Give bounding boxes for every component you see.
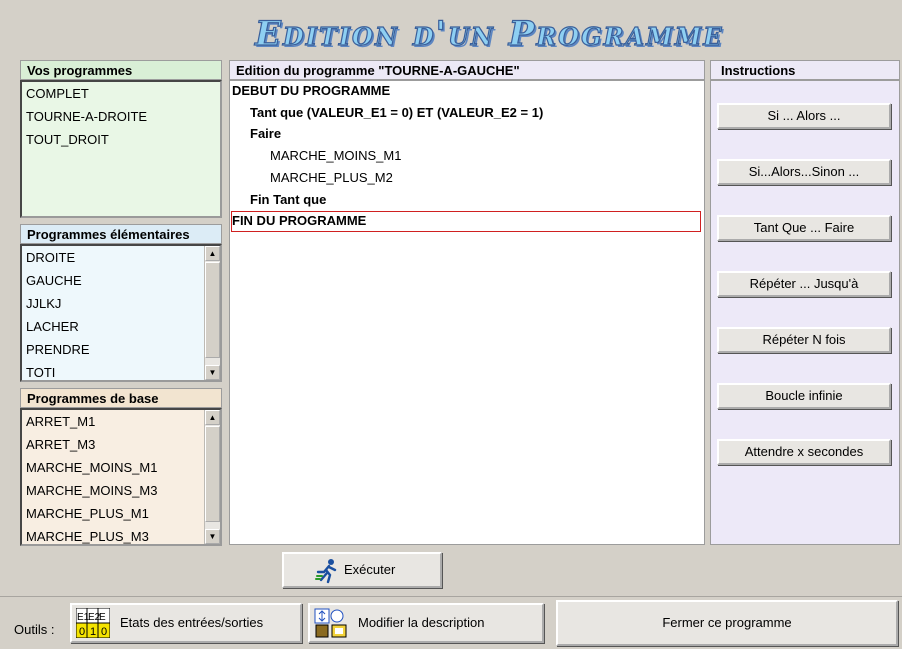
code-line-selected[interactable]: FIN DU PROGRAMME xyxy=(232,211,366,231)
io-states-button[interactable]: E1 E2 E 0 1 0 Etats des entrées/sorties xyxy=(70,603,302,643)
io-icon-value: 0 xyxy=(79,626,85,638)
list-item[interactable]: DROITE xyxy=(22,246,220,269)
scroll-down-icon[interactable]: ▼ xyxy=(205,529,220,544)
list-item[interactable]: LACHER xyxy=(22,315,220,338)
vos-programmes-list[interactable]: COMPLET TOURNE-A-DROITE TOUT_DROIT xyxy=(20,80,222,218)
title-banner: Edition d'un Programme xyxy=(0,0,902,58)
list-item[interactable]: PRENDRE xyxy=(22,338,220,361)
instructions-panel: Si ... Alors ... Si...Alors...Sinon ... … xyxy=(710,80,900,545)
vertical-scrollbar[interactable]: ▲ ▼ xyxy=(204,410,220,544)
close-program-button[interactable]: Fermer ce programme xyxy=(556,600,898,646)
modify-description-button[interactable]: Modifier la description xyxy=(308,603,544,643)
editor-header: Edition du programme "TOURNE-A-GAUCHE" xyxy=(229,60,705,80)
window-title: Edition d'un Programme xyxy=(254,13,724,54)
scroll-up-icon[interactable]: ▲ xyxy=(205,410,220,425)
list-item[interactable]: TOURNE-A-DROITE xyxy=(22,105,220,128)
vertical-scrollbar[interactable]: ▲ ▼ xyxy=(204,246,220,380)
io-icon-value: 1 xyxy=(90,626,96,638)
list-item[interactable]: ARRET_M1 xyxy=(22,410,220,433)
boucle-infinie-button[interactable]: Boucle infinie xyxy=(717,383,891,409)
running-man-icon xyxy=(314,558,340,584)
code-line[interactable]: Fin Tant que xyxy=(250,190,326,210)
scroll-down-icon[interactable]: ▼ xyxy=(205,365,220,380)
si-alors-sinon-button[interactable]: Si...Alors...Sinon ... xyxy=(717,159,891,185)
tant-que-faire-button[interactable]: Tant Que ... Faire xyxy=(717,215,891,241)
list-item[interactable]: MARCHE_MOINS_M1 xyxy=(22,456,220,479)
code-line[interactable]: MARCHE_MOINS_M1 xyxy=(270,146,401,166)
execute-label: Exécuter xyxy=(344,562,396,577)
list-item[interactable]: MARCHE_PLUS_M1 xyxy=(22,502,220,525)
si-alors-button[interactable]: Si ... Alors ... xyxy=(717,103,891,129)
code-line[interactable]: Faire xyxy=(250,124,281,144)
list-item[interactable]: TOTI xyxy=(22,361,220,380)
execute-button[interactable]: Exécuter xyxy=(282,552,442,588)
list-item[interactable]: GAUCHE xyxy=(22,269,220,292)
list-item[interactable]: MARCHE_PLUS_M3 xyxy=(22,525,220,544)
attendre-secondes-button[interactable]: Attendre x secondes xyxy=(717,439,891,465)
io-icon-header: E xyxy=(99,612,106,623)
code-line[interactable]: MARCHE_PLUS_M2 xyxy=(270,168,393,188)
list-item[interactable]: ARRET_M3 xyxy=(22,433,220,456)
instructions-header: Instructions xyxy=(710,60,900,80)
list-item[interactable]: TOUT_DROIT xyxy=(22,128,220,151)
repeter-jusqua-button[interactable]: Répéter ... Jusqu'à xyxy=(717,271,891,297)
edit-description-icon xyxy=(314,608,348,638)
programmes-elementaires-list[interactable]: DROITE GAUCHE JJLKJ LACHER PRENDRE TOTI … xyxy=(20,244,222,382)
program-editor[interactable]: DEBUT DU PROGRAMME Tant que (VALEUR_E1 =… xyxy=(229,80,705,545)
programmes-elementaires-header: Programmes élémentaires xyxy=(20,224,222,244)
programmes-de-base-list[interactable]: ARRET_M1 ARRET_M3 MARCHE_MOINS_M1 MARCHE… xyxy=(20,408,222,546)
list-item[interactable]: JJLKJ xyxy=(22,292,220,315)
tools-label: Outils : xyxy=(14,622,55,637)
scroll-thumb[interactable] xyxy=(205,262,220,358)
repeter-n-fois-button[interactable]: Répéter N fois xyxy=(717,327,891,353)
io-icon-value: 0 xyxy=(101,626,107,638)
list-item[interactable]: COMPLET xyxy=(22,82,220,105)
code-line[interactable]: DEBUT DU PROGRAMME xyxy=(232,81,390,101)
io-states-label: Etats des entrées/sorties xyxy=(120,615,264,630)
io-table-icon: E1 E2 E 0 1 0 xyxy=(75,607,111,639)
list-item[interactable]: MARCHE_MOINS_M3 xyxy=(22,479,220,502)
modify-description-label: Modifier la description xyxy=(358,615,485,630)
code-line[interactable]: Tant que (VALEUR_E1 = 0) ET (VALEUR_E2 =… xyxy=(250,103,543,123)
scroll-thumb[interactable] xyxy=(205,426,220,522)
vos-programmes-header: Vos programmes xyxy=(20,60,222,80)
programmes-de-base-header: Programmes de base xyxy=(20,388,222,408)
scroll-up-icon[interactable]: ▲ xyxy=(205,246,220,261)
